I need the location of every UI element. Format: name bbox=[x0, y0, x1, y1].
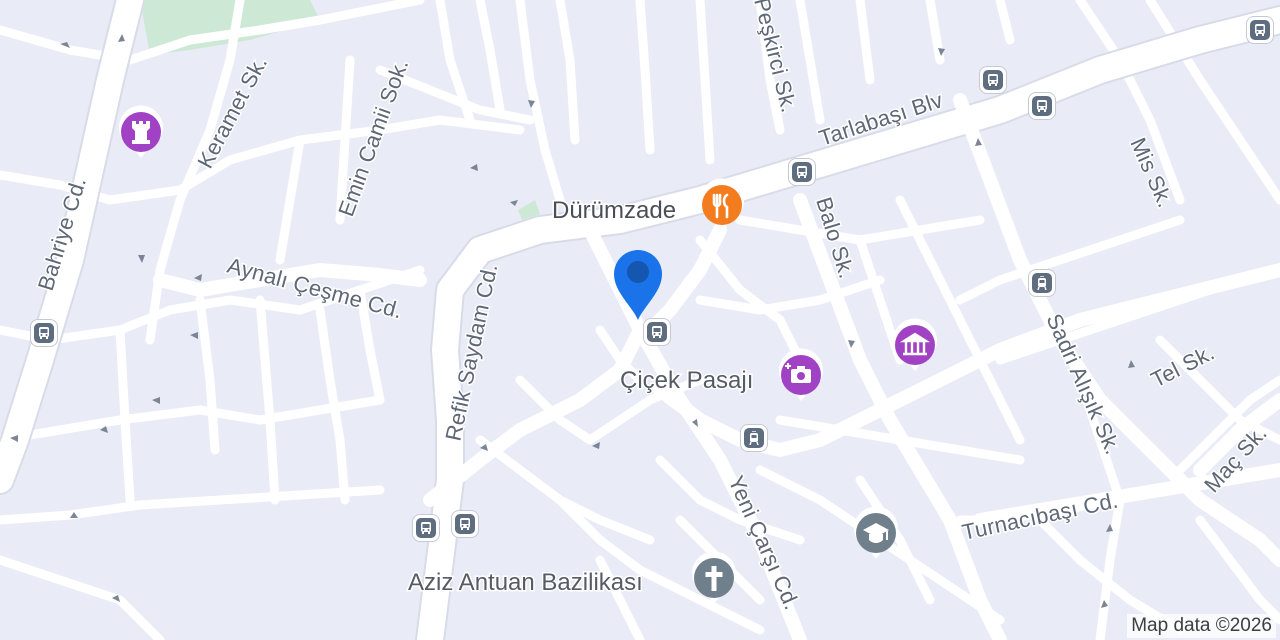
tram-stop-icon[interactable] bbox=[741, 425, 767, 451]
castle-icon[interactable] bbox=[119, 105, 163, 158]
bus-stop-icon[interactable] bbox=[1029, 93, 1055, 119]
bus-stop-icon[interactable] bbox=[31, 320, 57, 346]
poi-label-aziz-antuan[interactable]: Aziz Antuan Bazilikası bbox=[407, 568, 645, 598]
street-label-peskirci: Peşkirci Sk. bbox=[749, 0, 802, 115]
map-attribution[interactable]: Map data ©2026 bbox=[1127, 614, 1276, 638]
poi-label-durumzade[interactable]: Dürümzade bbox=[551, 196, 678, 226]
bus-stop-icon[interactable] bbox=[644, 319, 670, 345]
map-base-layer: Bahriye Cd. Keramet Sk. Emin Camii Sok. … bbox=[0, 0, 1280, 640]
bus-stop-icon[interactable] bbox=[413, 515, 439, 541]
bus-stop-icon[interactable] bbox=[452, 511, 478, 537]
street-label-turnacibasi: Turnacıbaşı Cd. bbox=[960, 487, 1120, 544]
camera-icon[interactable] bbox=[779, 348, 823, 401]
street-label-yeni-carsi: Yeni Çarşı Cd. bbox=[723, 472, 804, 614]
map-canvas[interactable]: Bahriye Cd. Keramet Sk. Emin Camii Sok. … bbox=[0, 0, 1280, 640]
tram-stop-icon[interactable] bbox=[1029, 270, 1055, 296]
bus-stop-icon[interactable] bbox=[980, 67, 1006, 93]
poi-label-cicek-pasaji[interactable]: Çiçek Pasajı bbox=[619, 366, 755, 396]
bus-stop-icon[interactable] bbox=[1247, 17, 1273, 43]
location-pin-icon[interactable] bbox=[614, 250, 662, 320]
bus-stop-icon[interactable] bbox=[789, 159, 815, 185]
